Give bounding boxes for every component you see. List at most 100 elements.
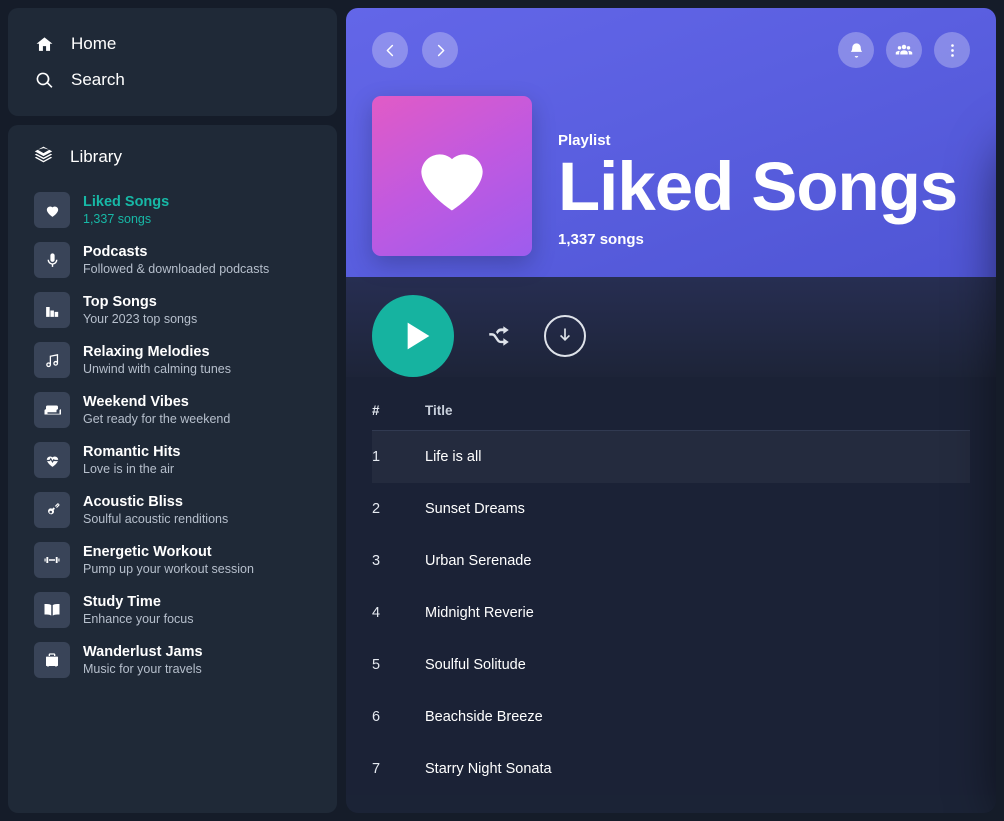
list-item-title: Romantic Hits [83,444,181,460]
play-button[interactable] [372,295,454,377]
page-title: Liked Songs [558,147,958,225]
sidebar-item-liked-songs[interactable]: Liked Songs 1,337 songs [8,185,337,235]
guitar-icon [34,492,70,528]
playlist-cover [372,96,532,256]
list-item-title: Energetic Workout [83,544,212,560]
more-options-button[interactable] [934,32,970,68]
sidebar-item-label: Home [71,34,117,53]
table-row[interactable]: 7 Starry Night Sonata [372,743,970,795]
column-header-title: Title [425,403,453,418]
sidebar-library-card: Library Liked Songs 1,337 songs Podcasts… [8,125,337,813]
playlist-kicker: Playlist [558,131,611,149]
friends-button[interactable] [886,32,922,68]
download-button[interactable] [544,315,586,357]
track-title: Beachside Breeze [425,709,543,725]
sidebar-item-romantic-hits[interactable]: Romantic Hits Love is in the air [8,435,337,485]
column-header-number: # [372,403,380,418]
list-item-title: Relaxing Melodies [83,344,210,360]
book-icon [34,592,70,628]
list-item-title: Top Songs [83,294,157,310]
shuffle-icon [489,326,509,346]
hero-actions [838,32,970,68]
track-title: Sunset Dreams [425,501,525,517]
sidebar-item-label: Search [71,70,125,89]
sidebar: Home Search Library Liked Songs 1,337 so… [8,8,337,813]
sidebar-item-home[interactable]: Home [8,26,337,62]
sidebar-item-energetic-workout[interactable]: Energetic Workout Pump up your workout s… [8,535,337,585]
track-list-header: # Title [372,377,970,431]
list-item-title: Weekend Vibes [83,394,189,410]
chevron-left-icon [386,44,393,56]
microphone-icon [34,242,70,278]
chevron-right-icon [437,44,444,56]
track-number: 2 [372,501,381,517]
sidebar-item-acoustic-bliss[interactable]: Acoustic Bliss Soulful acoustic renditio… [8,485,337,535]
track-title: Urban Serenade [425,553,532,569]
playlist-song-count: 1,337 songs [558,231,644,248]
home-icon [34,35,54,54]
heart-pulse-icon [34,442,70,478]
track-title: Starry Night Sonata [425,761,552,777]
play-icon [407,322,430,350]
sidebar-item-study-time[interactable]: Study Time Enhance your focus [8,585,337,635]
library-header: Library [8,145,337,185]
table-row[interactable]: 2 Sunset Dreams [372,483,970,535]
dumbbell-icon [34,542,70,578]
list-item-subtitle: Pump up your workout session [83,562,254,576]
list-item-subtitle: Soulful acoustic renditions [83,512,229,526]
bell-icon [850,42,862,58]
suitcase-icon [34,642,70,678]
couch-icon [34,392,70,428]
forward-button[interactable] [422,32,458,68]
notifications-button[interactable] [838,32,874,68]
playlist-hero: Playlist Liked Songs 1,337 songs [346,8,996,277]
heart-icon [421,154,483,211]
podium-icon [34,292,70,328]
main-content: Playlist Liked Songs 1,337 songs # Title [346,8,996,813]
sidebar-item-top-songs[interactable]: Top Songs Your 2023 top songs [8,285,337,335]
track-title: Midnight Reverie [425,605,534,621]
music-note-icon [34,342,70,378]
list-item-subtitle: 1,337 songs [83,212,152,226]
list-item-title: Podcasts [83,244,148,260]
track-number: 3 [372,553,381,569]
list-item-subtitle: Love is in the air [83,462,175,476]
table-row[interactable]: 4 Midnight Reverie [372,587,970,639]
playlist-header: Playlist Liked Songs 1,337 songs [372,96,970,256]
list-item-title: Acoustic Bliss [83,494,183,510]
list-item-subtitle: Music for your travels [83,662,202,676]
track-number: 7 [372,761,381,777]
list-item-title: Liked Songs [83,194,170,210]
back-button[interactable] [372,32,408,68]
table-row[interactable]: 5 Soulful Solitude [372,639,970,691]
table-row[interactable]: 6 Beachside Breeze [372,691,970,743]
download-arrow-icon [560,328,570,341]
more-vertical-icon [950,43,954,57]
track-number: 5 [372,657,381,673]
track-number: 4 [372,605,381,621]
track-list: # Title 1 Life is all 2 Sunset Dreams 3 … [346,377,996,795]
sidebar-item-search[interactable]: Search [8,62,337,98]
layers-icon [34,145,53,169]
track-title: Life is all [425,449,482,465]
list-item-subtitle: Enhance your focus [83,612,194,626]
track-title: Soulful Solitude [425,657,526,673]
sidebar-item-podcasts[interactable]: Podcasts Followed & downloaded podcasts [8,235,337,285]
list-item-subtitle: Your 2023 top songs [83,312,198,326]
shuffle-button[interactable] [486,323,512,349]
track-number: 1 [372,449,381,465]
list-item-title: Study Time [83,594,161,610]
sidebar-item-relaxing-melodies[interactable]: Relaxing Melodies Unwind with calming tu… [8,335,337,385]
sidebar-item-wanderlust-jams[interactable]: Wanderlust Jams Music for your travels [8,635,337,685]
list-item-title: Wanderlust Jams [83,644,203,660]
table-row[interactable]: 1 Life is all [372,431,970,483]
list-item-subtitle: Followed & downloaded podcasts [83,262,270,276]
library-label: Library [70,147,122,166]
track-number: 6 [372,709,381,725]
sidebar-nav-card: Home Search [8,8,337,116]
playlist-controls [346,277,996,377]
app-root: Home Search Library Liked Songs 1,337 so… [0,0,1004,821]
sidebar-item-weekend-vibes[interactable]: Weekend Vibes Get ready for the weekend [8,385,337,435]
table-row[interactable]: 3 Urban Serenade [372,535,970,587]
list-item-subtitle: Unwind with calming tunes [83,362,231,376]
